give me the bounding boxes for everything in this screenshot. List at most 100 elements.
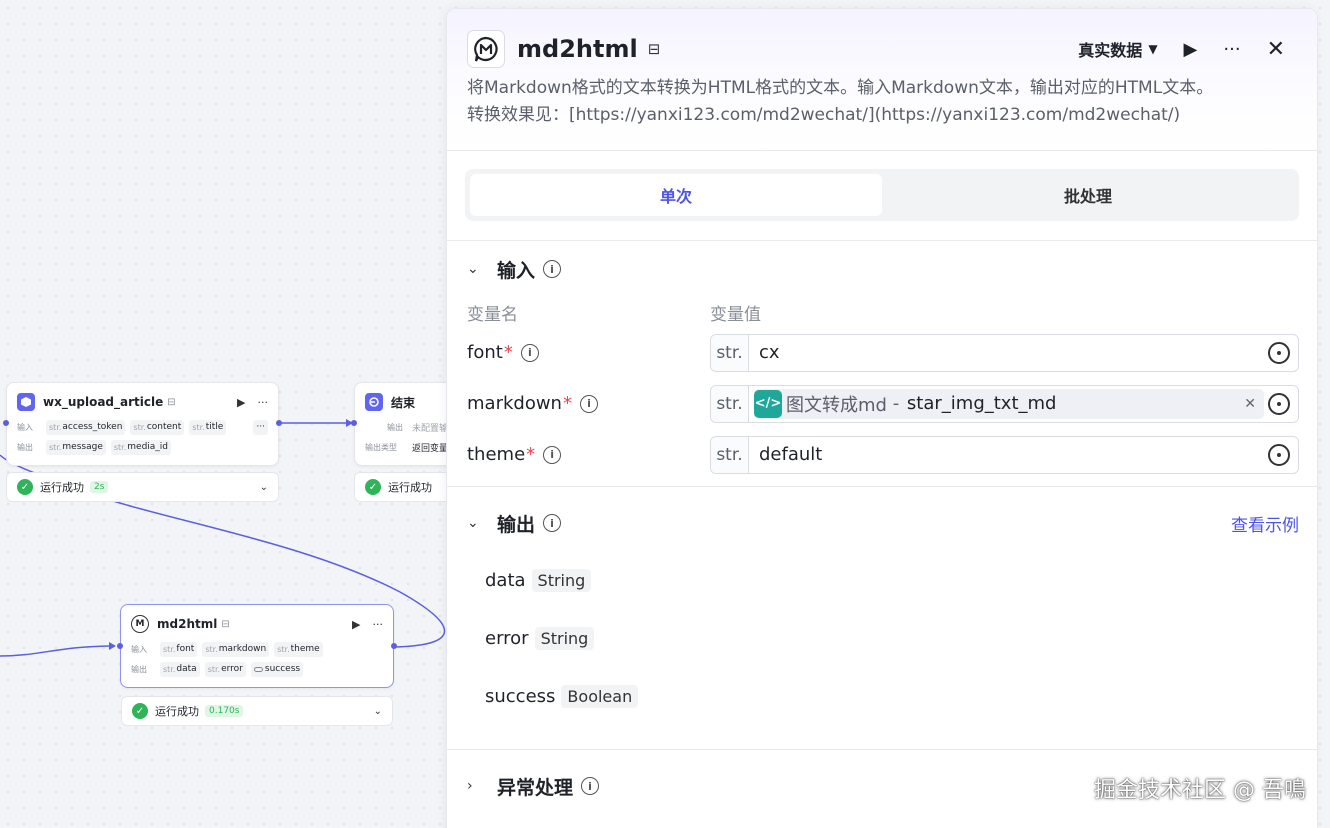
type-tag: str. (711, 385, 749, 422)
chevron-down-icon[interactable]: ⌄ (467, 261, 497, 277)
output-port[interactable] (391, 643, 397, 649)
clear-icon[interactable]: ✕ (1244, 396, 1256, 412)
caret-down-icon: ▼ (1148, 42, 1158, 56)
store-icon: ⊟ (647, 40, 661, 58)
input-row-theme: theme * i str. default (467, 429, 1299, 480)
edge-into-md2html (0, 645, 115, 657)
input-section: ⌄ 输入 i 变量名 变量值 font * i str. cx markdown *… (447, 241, 1317, 480)
type-tag: str. (711, 334, 749, 371)
input-row-markdown: markdown * i str. </> 图文转成md - star_img_t… (467, 378, 1299, 429)
node-title: wx_upload_article (43, 395, 164, 409)
theme-value-field[interactable]: str. default (710, 435, 1299, 474)
col-variable-value: 变量值 (710, 304, 761, 325)
panel-description: 将Markdown格式的文本转换为HTML格式的文本。输入Markdown文本，… (467, 78, 1214, 125)
required-mark: * (526, 444, 536, 465)
input-chip: str. markdown (202, 641, 270, 657)
node-wx-upload-article[interactable]: wx_upload_article ⊟ ▶ ··· 输入 str. access_… (6, 382, 279, 466)
variable-ref-icon[interactable] (1268, 392, 1290, 415)
run-node-button[interactable]: ▶ (352, 618, 360, 631)
output-chip: str. message (46, 439, 106, 455)
input-port[interactable] (351, 420, 357, 426)
variable-ref-icon[interactable] (1268, 443, 1290, 466)
info-icon[interactable]: i (520, 343, 539, 362)
info-icon[interactable]: i (579, 394, 598, 413)
success-check-icon: ✓ (365, 479, 381, 495)
duration-badge: 0.170s (205, 705, 244, 717)
panel-title: md2html (517, 35, 638, 63)
reference-tag: </> 图文转成md - star_img_txt_md ✕ (754, 388, 1264, 419)
input-port[interactable] (117, 643, 123, 649)
more-inputs-chip[interactable]: ··· (253, 419, 268, 435)
node-outputs-row: 输出 str. data str. error success (121, 659, 393, 679)
node-inputs-row: 输入 str. font str. markdown str. theme (121, 639, 393, 659)
run-node-button[interactable]: ▶ (237, 396, 245, 409)
output-section: ⌄ 输出 i 查看示例 data String error String suc… (447, 495, 1317, 725)
col-variable-name: 变量名 (467, 304, 518, 325)
input-chip: str. access_token (46, 419, 126, 435)
mode-tabs: 单次 批处理 (465, 169, 1299, 221)
close-icon[interactable]: ✕ (1267, 37, 1285, 62)
type-tag: str. (711, 436, 749, 473)
node-md2html[interactable]: M md2html ⊟ ▶ ··· 输入 str. font str. markdo… (120, 604, 394, 688)
required-mark: * (503, 342, 513, 363)
run-status-bar[interactable]: ✓ 运行成功 2s ⌄ (6, 472, 279, 502)
output-chip: str. media_id (110, 439, 172, 455)
node-detail-panel: md2html ⊟ 真实数据 ▼ ▶ ··· ✕ 将Markdown格式的文本转… (446, 8, 1318, 828)
tab-batch[interactable]: 批处理 (882, 174, 1294, 216)
input-chip: str. font (160, 641, 198, 657)
output-row-error: error String (467, 609, 1299, 667)
node-more-button[interactable]: ··· (258, 396, 269, 409)
output-chip: str. data (160, 661, 200, 677)
info-icon[interactable]: i (543, 514, 562, 532)
input-chip: str. title (189, 419, 227, 435)
info-icon[interactable]: i (543, 260, 562, 278)
chevron-down-icon[interactable]: ⌄ (260, 482, 268, 493)
input-chip: str. theme (274, 641, 323, 657)
cube-icon (17, 393, 35, 411)
section-divider (447, 486, 1317, 487)
output-port[interactable] (276, 420, 282, 426)
chevron-right-icon[interactable]: › (467, 778, 497, 794)
dataset-selector[interactable]: 真实数据 ▼ (1078, 37, 1157, 61)
success-check-icon: ✓ (132, 703, 148, 719)
node-more-button[interactable]: ··· (373, 618, 384, 631)
output-chip: success (250, 661, 304, 677)
type-tag: String (534, 626, 595, 650)
required-mark: * (562, 393, 572, 414)
chevron-down-icon[interactable]: ⌄ (467, 515, 497, 531)
tab-single[interactable]: 单次 (470, 174, 882, 216)
font-value-field[interactable]: str. cx (710, 333, 1299, 372)
edge-arrow-md2html (109, 642, 116, 650)
markdown-value-field[interactable]: str. </> 图文转成md - star_img_txt_md ✕ (710, 384, 1299, 423)
more-icon[interactable]: ··· (1223, 39, 1240, 60)
input-port[interactable] (3, 420, 9, 426)
run-status-bar[interactable]: ✓ 运行成功 0.170s ⌄ (121, 696, 393, 726)
duration-badge: 2s (90, 481, 109, 493)
success-check-icon: ✓ (17, 479, 33, 495)
type-tag: String (531, 568, 592, 592)
store-icon: ⊟ (167, 396, 176, 408)
chevron-down-icon[interactable]: ⌄ (374, 706, 382, 717)
node-title: md2html (157, 617, 218, 631)
info-icon[interactable]: i (581, 777, 600, 795)
info-icon[interactable]: i (543, 445, 562, 464)
view-example-link[interactable]: 查看示例 (1231, 511, 1299, 536)
input-chip: str. content (130, 419, 185, 435)
node-inputs-row: 输入 str. access_token str. content str. titl… (7, 417, 278, 437)
node-outputs-row: 输出 str. message str. media_id (7, 437, 278, 457)
output-chip: str. error (204, 661, 246, 677)
input-row-font: font * i str. cx (467, 327, 1299, 378)
store-icon: ⊟ (221, 618, 230, 630)
md2html-logo-icon: M (131, 615, 149, 633)
watermark: 掘金技术社区 @ 吾鳴 (1094, 778, 1306, 803)
panel-header: md2html ⊟ 真实数据 ▼ ▶ ··· ✕ 将Markdown格式的文本转… (447, 9, 1317, 151)
end-icon (365, 393, 383, 411)
type-tag: Boolean (561, 684, 639, 708)
code-icon: </> (754, 389, 782, 418)
output-row-data: data String (467, 551, 1299, 609)
output-row-success: success Boolean (467, 667, 1299, 725)
toggle-icon (253, 666, 263, 672)
md2html-logo-icon (467, 30, 505, 68)
variable-ref-icon[interactable] (1268, 341, 1290, 364)
run-button[interactable]: ▶ (1184, 39, 1198, 60)
